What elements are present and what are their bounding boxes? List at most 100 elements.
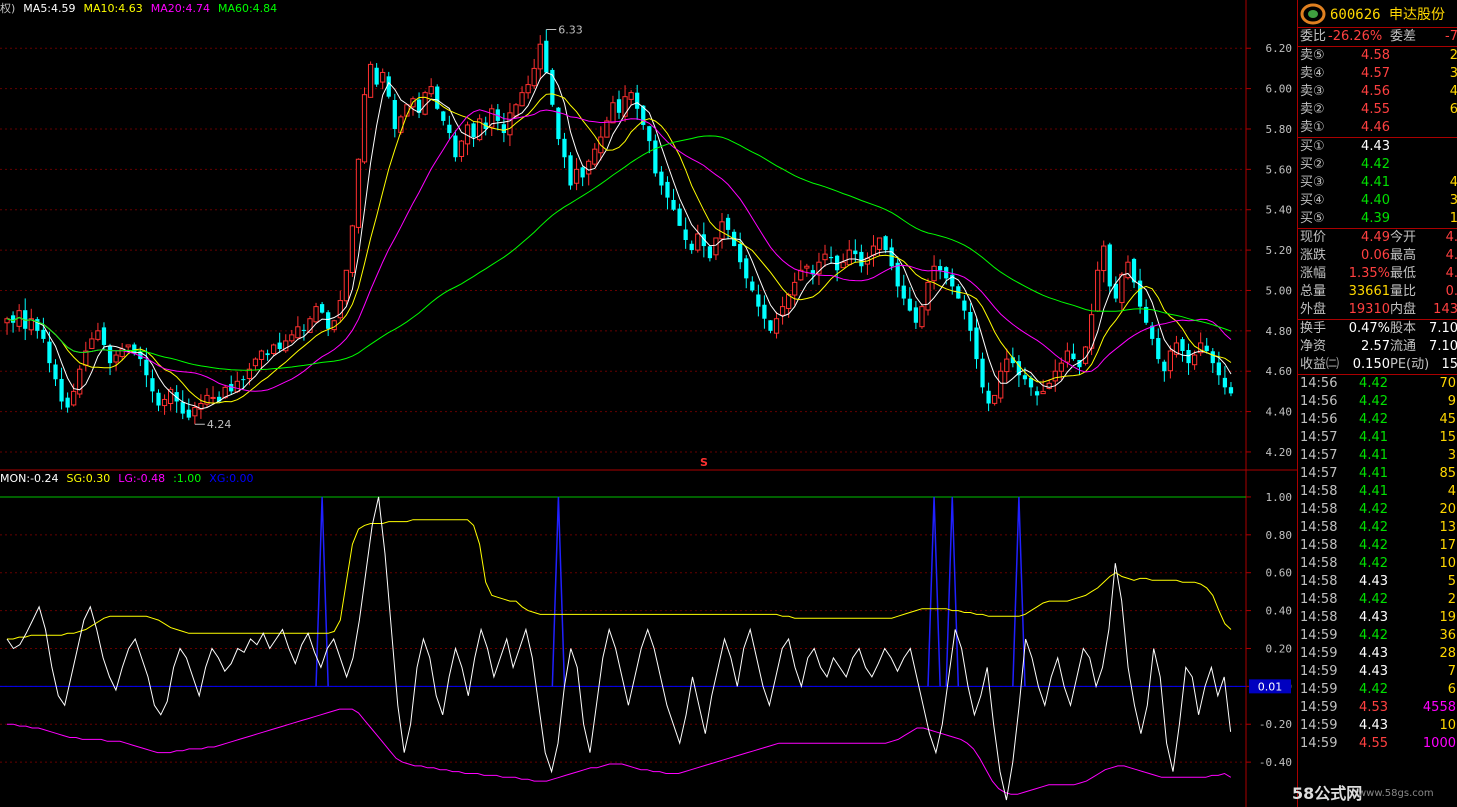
tick-row: 14:58 4.42 2 — [1298, 591, 1457, 609]
tick-price: 4.42 — [1359, 682, 1388, 697]
candle-body — [361, 94, 368, 163]
candle-body — [573, 168, 580, 184]
quote-value-2: 4. — [1445, 248, 1457, 263]
tick-price: 4.41 — [1359, 448, 1388, 463]
tick-price: 4.42 — [1359, 394, 1388, 409]
ma-line — [6, 71, 1232, 410]
bid-label: 买③ — [1300, 175, 1325, 190]
quote-label-2: 最低 — [1390, 266, 1417, 281]
stock-chart[interactable]: 6.206.005.805.605.405.205.004.804.604.40… — [0, 0, 1457, 807]
price-axis-label: 5.60 — [1266, 163, 1293, 176]
candle-body — [980, 358, 985, 388]
candle-body — [10, 315, 16, 323]
tick-price: 4.42 — [1359, 628, 1388, 643]
tick-row: 14:58 4.41 4 — [1298, 483, 1457, 501]
candle-body — [458, 140, 465, 157]
tick-time: 14:57 — [1300, 430, 1338, 445]
candle-body — [1052, 370, 1058, 382]
info-label: 净资 — [1300, 339, 1327, 354]
candle-body — [1167, 350, 1174, 372]
candle-body — [1216, 362, 1221, 376]
share-info: 换手 0.47% 股本 7.10 净资 2.57 流通 7.10 收益㈡ 0.150 PE(动) 15 — [1298, 320, 1457, 375]
ask-book: 卖⑤ 4.58 2 卖④ 4.57 3 卖③ 4.56 4 卖② 4.55 6 卖① 4.46 — [1298, 47, 1457, 138]
candle-body — [919, 306, 925, 328]
candle-body — [107, 345, 113, 364]
candle-body — [568, 155, 573, 186]
candle-body — [319, 304, 325, 313]
tick-volume: 4558 — [1422, 700, 1456, 715]
candle-body — [367, 63, 374, 98]
candle-body — [241, 379, 246, 381]
candle-body — [738, 243, 743, 263]
legend_main-item: MA10:4.63 — [83, 2, 143, 15]
legend_ind-item: XG:0.00 — [209, 472, 254, 485]
ask-price: 4.55 — [1361, 102, 1390, 117]
info-value-2: 7.10 — [1429, 321, 1457, 336]
tick-row: 14:58 4.43 5 — [1298, 573, 1457, 591]
candle-body — [435, 86, 440, 109]
quote-row: 总量 33661 量比 0. — [1298, 283, 1457, 301]
candle-body — [89, 338, 95, 349]
candle-body — [289, 334, 295, 342]
tick-volume: 36 — [1439, 628, 1456, 643]
info-label-2: PE(动) — [1390, 357, 1430, 372]
candle-body — [901, 285, 906, 299]
legend_ind-item: :1.00 — [173, 472, 202, 485]
quote-value: 4.49 — [1361, 230, 1390, 245]
quote-value: 19310 — [1348, 302, 1390, 317]
candle-body — [677, 208, 682, 226]
watermark-brand: 58公式网 — [1292, 784, 1363, 803]
tick-row: 14:58 4.43 19 — [1298, 609, 1457, 627]
ask-price: 4.56 — [1361, 84, 1390, 99]
candle-body — [562, 138, 567, 158]
ask-volume: 6 — [1449, 102, 1457, 117]
price-axis-label: 4.40 — [1266, 406, 1293, 419]
candle-body — [65, 397, 70, 408]
tick-price: 4.42 — [1359, 412, 1388, 427]
quote-panel: 600626 申达股份 委比 -26.26% 委差 -7 卖⑤ 4.58 2 卖④ 4.… — [1297, 0, 1457, 807]
quote-label-2: 今开 — [1390, 230, 1417, 245]
bid-price: 4.39 — [1361, 211, 1390, 226]
candle-body — [986, 390, 991, 404]
candle-body — [846, 249, 852, 266]
tick-time: 14:57 — [1300, 448, 1338, 463]
bid-label: 买④ — [1300, 193, 1325, 208]
tick-list[interactable]: 14:56 4.42 70 14:56 4.42 9 14:56 4.42 45 14:57 4.4… — [1298, 375, 1457, 753]
ask-volume: 4 — [1449, 84, 1457, 99]
candle-body — [1228, 387, 1234, 394]
weibi-row: 委比 -26.26% 委差 -7 — [1298, 28, 1457, 47]
candle-body — [331, 320, 337, 331]
candle-body — [150, 378, 155, 392]
candle-body — [355, 158, 362, 228]
price-axis-label: 6.00 — [1266, 83, 1293, 96]
tick-row: 14:56 4.42 9 — [1298, 393, 1457, 411]
tick-time: 14:59 — [1300, 736, 1338, 751]
tick-price: 4.55 — [1359, 736, 1388, 751]
info-row: 换手 0.47% 股本 7.10 — [1298, 320, 1457, 338]
tick-price: 4.53 — [1359, 700, 1388, 715]
info-label-2: 流通 — [1390, 339, 1417, 354]
tick-volume: 6 — [1447, 682, 1456, 697]
candle-body — [580, 167, 585, 178]
price-axis-label: 4.60 — [1266, 365, 1293, 378]
bid-row: 买⑤ 4.39 1 — [1298, 210, 1457, 228]
candle-body — [471, 123, 476, 138]
stock-code: 600626 申达股份 — [1330, 7, 1446, 23]
candle-body — [125, 344, 131, 348]
candle-body — [822, 253, 828, 261]
candle-body — [428, 86, 434, 95]
candle-body — [441, 111, 446, 121]
candle-body — [713, 237, 719, 256]
ask-volume: 2 — [1449, 48, 1457, 63]
tick-row: 14:58 4.42 13 — [1298, 519, 1457, 537]
xg-spike — [1012, 496, 1026, 687]
candle-body — [53, 364, 58, 380]
candle-body — [113, 354, 119, 363]
candle-body — [349, 225, 356, 273]
price-axis-label: 5.00 — [1266, 284, 1293, 297]
ask-row: 卖② 4.55 6 — [1298, 101, 1457, 119]
ask-price: 4.58 — [1361, 48, 1390, 63]
tick-row: 14:58 4.42 20 — [1298, 501, 1457, 519]
candle-body — [271, 344, 277, 354]
tick-price: 4.43 — [1359, 718, 1388, 733]
